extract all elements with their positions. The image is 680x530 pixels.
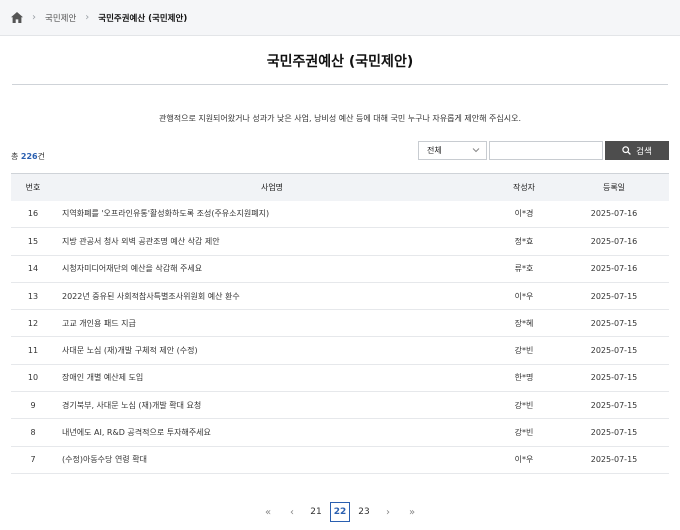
- home-icon[interactable]: [11, 12, 23, 24]
- page-title: 국민주권예산 (국민제안): [266, 54, 414, 70]
- row-date: 2025-07-15: [590, 346, 638, 356]
- row-author: 강*빈: [514, 400, 534, 410]
- row-num: 15: [27, 236, 39, 246]
- page-title-section: 국민주권예산 (국민제안): [12, 36, 668, 85]
- row-date: 2025-07-16: [590, 236, 638, 246]
- row-title-link[interactable]: 지방 관공서 청사 외벽 공관조명 예산 삭감 제안: [55, 228, 489, 255]
- row-author: 한*명: [514, 373, 534, 383]
- breadcrumb: › 국민제안 › 국민주권예산 (국민제안): [0, 0, 680, 36]
- search-input[interactable]: [489, 141, 603, 160]
- first-page-button[interactable]: «: [258, 502, 278, 522]
- row-date: 2025-07-15: [590, 373, 638, 383]
- row-author: 강*빈: [514, 346, 534, 356]
- row-num: 10: [27, 373, 39, 383]
- prev-page-button[interactable]: ‹: [282, 502, 302, 522]
- row-title-link[interactable]: 사대문 노심 (재)개발 구체적 제안 (수정): [55, 337, 489, 364]
- row-num: 16: [27, 209, 39, 219]
- table-row[interactable]: 12 고교 개인용 패드 지급 장*혜 2025-07-15: [11, 310, 669, 337]
- table-row[interactable]: 10 장애인 개별 예산제 도입 한*명 2025-07-15: [11, 364, 669, 392]
- table-header-row: 번호 사업명 작성자 등록일: [11, 173, 669, 201]
- row-date: 2025-07-15: [590, 400, 638, 410]
- row-num: 8: [30, 428, 36, 438]
- search-filter-select[interactable]: 전체: [418, 141, 487, 160]
- header-author: 작성자: [512, 182, 536, 192]
- table-row[interactable]: 14 시청자미디어재단의 예산을 삭감해 주세요 류*호 2025-07-16: [11, 255, 669, 283]
- row-author: 이*경: [514, 209, 534, 219]
- page-button-23[interactable]: 23: [354, 502, 374, 522]
- row-author: 류*호: [514, 264, 534, 274]
- breadcrumb-item-current: 국민주권예산 (국민제안): [98, 13, 188, 24]
- chevron-right-icon: ›: [85, 12, 90, 23]
- table-row[interactable]: 15 지방 관공서 청사 외벽 공관조명 예산 삭감 제안 정*효 2025-07-1…: [11, 228, 669, 256]
- row-title-link[interactable]: (수정)아동수당 연령 확대: [55, 446, 489, 473]
- last-page-button[interactable]: »: [402, 502, 422, 522]
- list-toolbar: 총 226건 전체 검색: [0, 139, 680, 163]
- header-num: 번호: [25, 182, 41, 192]
- row-date: 2025-07-15: [590, 291, 638, 301]
- total-count: 총 226건: [11, 152, 45, 161]
- row-date: 2025-07-16: [590, 209, 638, 219]
- page-button-21[interactable]: 21: [306, 502, 326, 522]
- search-button-label: 검색: [636, 146, 652, 157]
- row-num: 9: [30, 400, 36, 410]
- row-title-link[interactable]: 장애인 개별 예산제 도입: [55, 364, 489, 391]
- table-row[interactable]: 13 2022년 중유된 사회적참사특별조사위원회 예산 환수 이*우 2025-07…: [11, 282, 669, 310]
- row-title-link[interactable]: 내년에도 AI, R&D 공격적으로 투자해주세요: [55, 419, 489, 446]
- chevron-down-icon: [472, 148, 480, 153]
- chevron-right-icon: ›: [32, 12, 36, 23]
- row-author: 정*효: [514, 236, 534, 246]
- row-num: 13: [27, 291, 39, 301]
- row-title-link[interactable]: 경기북부, 사대문 노심 (재)개발 확대 요청: [55, 392, 489, 419]
- header-title: 사업명: [260, 182, 284, 192]
- row-author: 장*혜: [514, 318, 534, 328]
- row-num: 7: [30, 455, 36, 465]
- row-title-link[interactable]: 2022년 중유된 사회적참사특별조사위원회 예산 환수: [55, 282, 489, 309]
- pagination: « ‹ 21 22 23 › »: [0, 502, 680, 522]
- row-num: 11: [27, 346, 39, 356]
- next-page-button[interactable]: ›: [378, 502, 398, 522]
- table-row[interactable]: 8 내년에도 AI, R&D 공격적으로 투자해주세요 강*빈 2025-07-15: [11, 419, 669, 447]
- header-date: 등록일: [602, 182, 626, 192]
- table-row[interactable]: 9 경기북부, 사대문 노심 (재)개발 확대 요청 강*빈 2025-07-15: [11, 392, 669, 419]
- table-body: 16 지역화폐를 '오프라인유통'활성화하도록 조성(주유소지원폐지) 이*경 202…: [11, 201, 669, 474]
- row-date: 2025-07-16: [590, 264, 638, 274]
- table-row[interactable]: 7 (수정)아동수당 연령 확대 이*우 2025-07-15: [11, 446, 669, 474]
- total-count-number: 226: [20, 152, 38, 161]
- page-button-22-current[interactable]: 22: [330, 502, 350, 522]
- row-title-link[interactable]: 고교 개인용 패드 지급: [55, 310, 489, 337]
- search-icon: [622, 146, 632, 155]
- row-author: 이*우: [514, 455, 534, 465]
- intro-text: 관행적으로 지원되어왔거나 성과가 낮은 사업, 낭비성 예산 등에 대해 국민…: [159, 114, 521, 123]
- row-num: 12: [27, 318, 39, 328]
- row-date: 2025-07-15: [590, 455, 638, 465]
- proposal-table: 번호 사업명 작성자 등록일 16 지역화폐를 '오프라인유통'활성화하도록 조성…: [11, 173, 669, 474]
- breadcrumb-item-proposal[interactable]: 국민제안: [45, 12, 76, 24]
- search-filter-value: 전체: [427, 146, 442, 155]
- row-title-link[interactable]: 시청자미디어재단의 예산을 삭감해 주세요: [55, 255, 489, 282]
- table-row[interactable]: 11 사대문 노심 (재)개발 구체적 제안 (수정) 강*빈 2025-07-15: [11, 337, 669, 365]
- row-date: 2025-07-15: [590, 318, 638, 328]
- table-row[interactable]: 16 지역화폐를 '오프라인유통'활성화하도록 조성(주유소지원폐지) 이*경 202…: [11, 201, 669, 228]
- row-author: 강*빈: [514, 428, 534, 438]
- row-author: 이*우: [514, 291, 534, 301]
- row-date: 2025-07-15: [590, 428, 638, 438]
- row-title-link[interactable]: 지역화폐를 '오프라인유통'활성화하도록 조성(주유소지원폐지): [55, 201, 489, 228]
- search-button[interactable]: 검색: [605, 141, 669, 160]
- row-num: 14: [27, 264, 39, 274]
